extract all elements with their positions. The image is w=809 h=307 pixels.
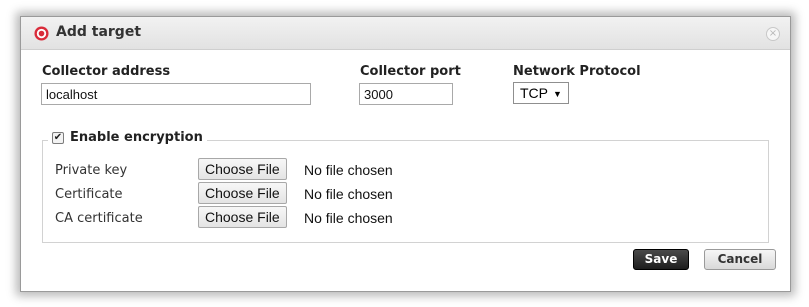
certificate-label: Certificate <box>55 187 123 202</box>
ca-certificate-choose-file-button[interactable]: Choose File <box>198 206 287 228</box>
target-icon <box>34 26 49 41</box>
encryption-fieldset <box>42 140 769 243</box>
enable-encryption-checkbox[interactable]: ✔ <box>52 131 64 144</box>
enable-encryption-legend[interactable]: ✔ Enable encryption <box>48 130 207 145</box>
save-button[interactable]: Save <box>633 249 689 270</box>
ca-certificate-file-status: No file chosen <box>304 210 393 226</box>
close-icon[interactable]: × <box>766 27 780 41</box>
ca-certificate-label: CA certificate <box>55 211 143 226</box>
certificate-choose-file-button[interactable]: Choose File <box>198 182 287 204</box>
collector-address-label: Collector address <box>42 64 171 79</box>
enable-encryption-label: Enable encryption <box>70 130 203 145</box>
dropdown-arrow-icon: ▼ <box>553 89 562 99</box>
private-key-label: Private key <box>55 163 128 178</box>
certificate-file-status: No file chosen <box>304 186 393 202</box>
collector-address-input[interactable] <box>41 83 311 105</box>
network-protocol-label: Network Protocol <box>513 64 641 79</box>
private-key-choose-file-button[interactable]: Choose File <box>198 158 287 180</box>
collector-port-label: Collector port <box>360 64 461 79</box>
collector-port-input[interactable] <box>359 83 453 105</box>
dialog-title: Add target <box>56 24 142 40</box>
cancel-button[interactable]: Cancel <box>704 249 776 270</box>
network-protocol-select[interactable]: TCP ▼ <box>513 82 569 104</box>
network-protocol-selected: TCP <box>520 85 548 101</box>
private-key-file-status: No file chosen <box>304 162 393 178</box>
dialog-titlebar: Add target × <box>21 17 790 50</box>
add-target-dialog: Add target × Collector address Collector… <box>20 16 791 292</box>
